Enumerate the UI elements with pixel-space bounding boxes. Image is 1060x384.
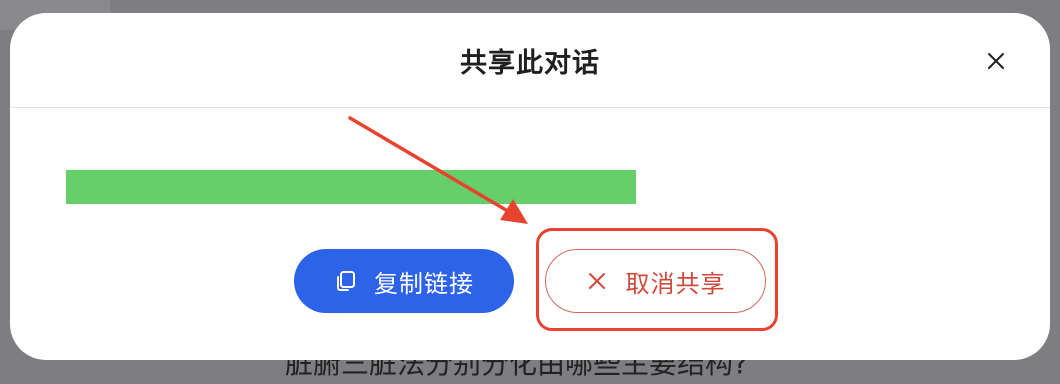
annotation-arrow <box>348 116 528 224</box>
